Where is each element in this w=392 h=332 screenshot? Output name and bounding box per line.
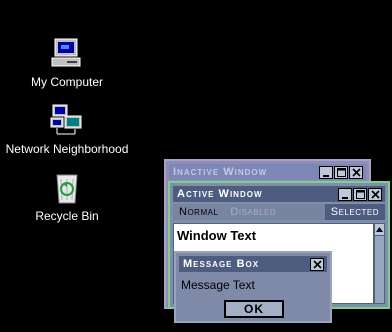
close-button[interactable]: [310, 258, 324, 271]
computer-icon: [49, 37, 85, 71]
close-button[interactable]: [368, 188, 382, 201]
message-box-controls: [310, 258, 324, 271]
desktop-icon-my-computer[interactable]: My Computer: [0, 37, 137, 89]
inactive-window-controls: [319, 166, 363, 179]
vertical-scrollbar[interactable]: [374, 223, 385, 304]
menu-item-selected[interactable]: Selected: [324, 204, 385, 220]
window-text: Window Text: [177, 228, 257, 243]
network-icon: [49, 104, 85, 138]
close-icon: [370, 190, 380, 199]
message-box[interactable]: Message Box Message Text OK: [174, 251, 332, 323]
active-window-title: Active Window: [177, 188, 263, 200]
desktop-icon-network-neighborhood[interactable]: Network Neighborhood: [0, 104, 137, 156]
minimize-button[interactable]: [319, 166, 333, 179]
maximize-button[interactable]: [353, 188, 367, 201]
arrow-up-icon: [376, 227, 383, 232]
desktop-icon-label: Network Neighborhood: [5, 142, 129, 156]
ok-button[interactable]: OK: [224, 300, 284, 318]
maximize-icon: [336, 168, 346, 177]
minimize-button[interactable]: [338, 188, 352, 201]
recycle-bin-icon: [49, 171, 85, 205]
minimize-icon: [342, 196, 348, 199]
active-window-controls: [338, 188, 382, 201]
message-box-titlebar[interactable]: Message Box: [179, 256, 327, 272]
inactive-window-title: Inactive Window: [173, 166, 268, 178]
minimize-icon: [323, 174, 329, 177]
active-window-titlebar[interactable]: Active Window: [173, 186, 385, 202]
menu-item-disabled: Disabled: [230, 206, 277, 218]
desktop-icon-label: Recycle Bin: [35, 209, 99, 223]
close-button[interactable]: [349, 166, 363, 179]
desktop-icon-label: My Computer: [30, 75, 104, 89]
inactive-window-titlebar[interactable]: Inactive Window: [169, 164, 366, 180]
menu-bar: Normal Disabled Selected: [173, 204, 385, 220]
message-text: Message Text: [181, 278, 255, 292]
close-icon: [312, 260, 322, 269]
close-icon: [351, 168, 361, 177]
desktop-icon-recycle-bin[interactable]: Recycle Bin: [0, 171, 137, 223]
menu-item-normal[interactable]: Normal: [173, 204, 224, 220]
maximize-icon: [355, 190, 365, 199]
message-box-title: Message Box: [183, 258, 260, 270]
scroll-up-button[interactable]: [375, 224, 384, 236]
maximize-button[interactable]: [334, 166, 348, 179]
